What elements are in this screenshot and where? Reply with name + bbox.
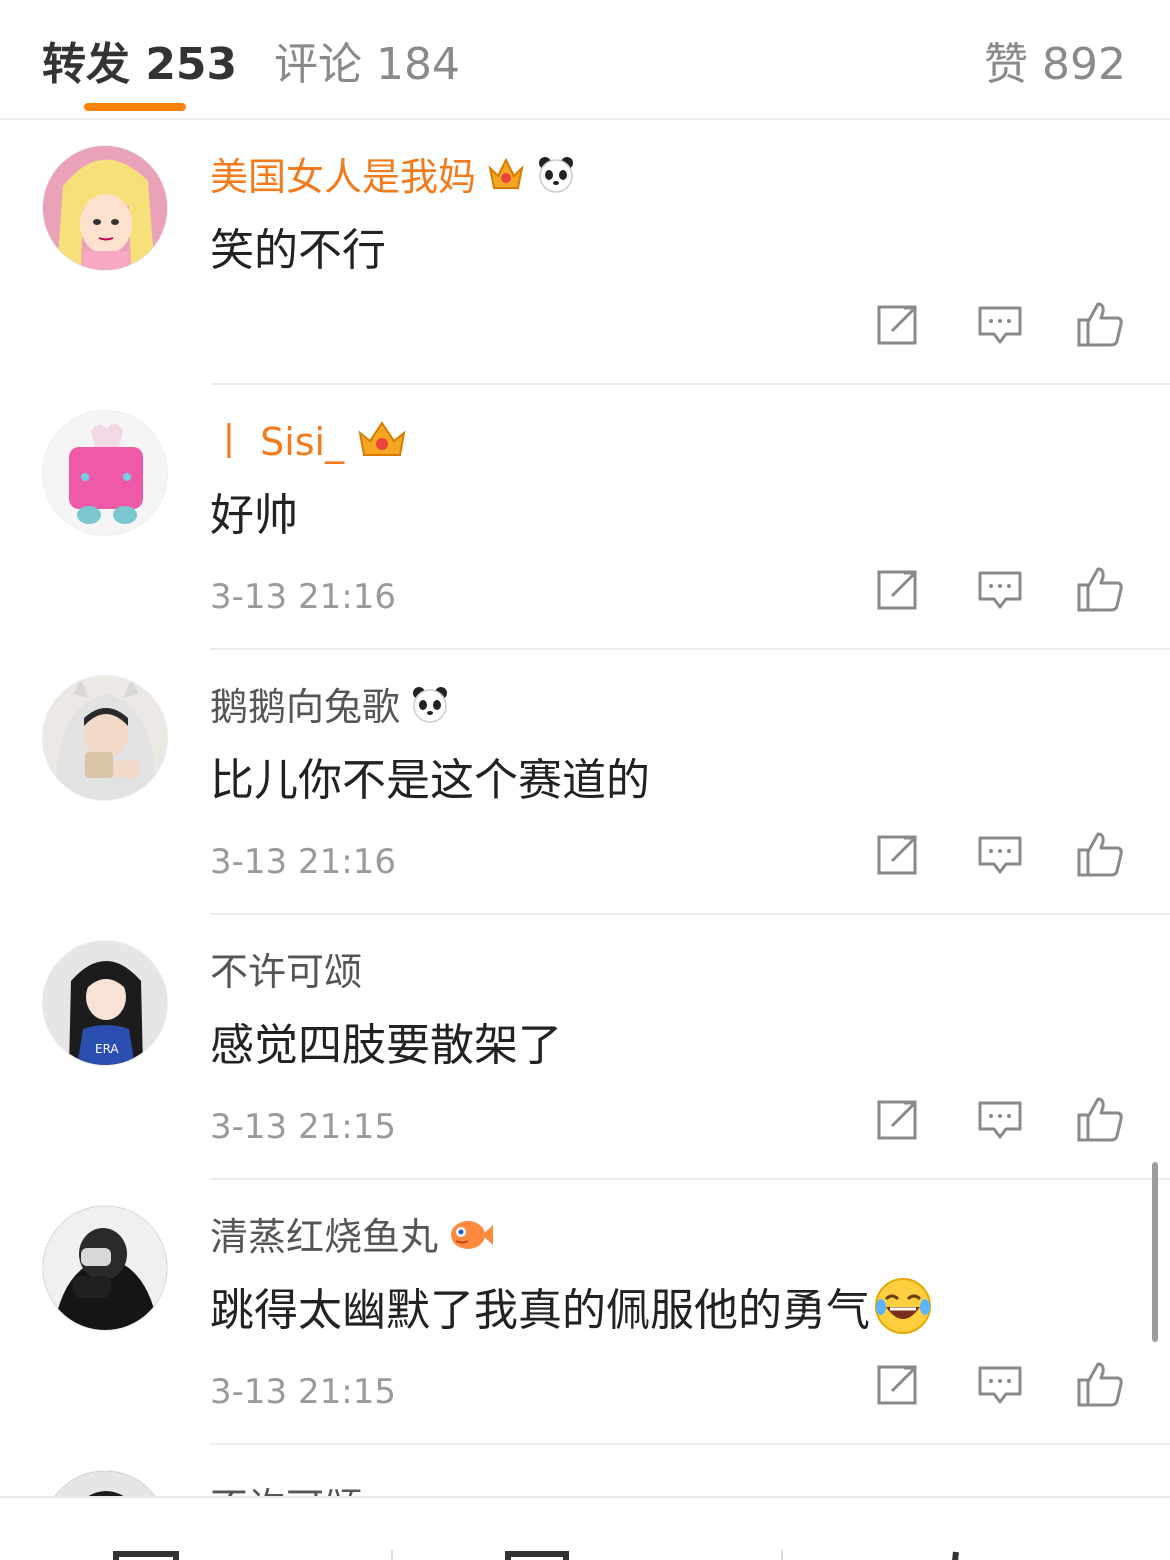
comment-text: 笑的不行 [210,225,386,276]
reply-icon[interactable] [976,565,1024,613]
reply-icon[interactable] [976,300,1024,348]
thumbs-up-icon[interactable] [1076,1360,1124,1408]
comment-text: 比儿你不是这个赛道的 [210,755,650,806]
comment-item: 鹅鹅向兔歌 比儿你不是这个赛道的 3-13 21:16 [0,650,1170,915]
laughing-crying-emoji-icon [874,1277,932,1335]
tab-comment[interactable]: 评论 184 [274,28,460,92]
panda-badge-icon [536,154,576,194]
avatar[interactable] [42,675,168,801]
repost-bar-icon[interactable] [112,1548,182,1560]
timestamp: 3-13 21:16 [210,842,396,882]
username[interactable]: 清蒸红烧鱼丸 [210,1206,494,1261]
avatar[interactable] [42,410,168,536]
forward-icon[interactable] [874,830,922,878]
comment-text: 感觉四肢要散架了 [210,1020,562,1071]
username[interactable]: 鹅鹅向兔歌 [210,676,450,731]
timestamp: 3-13 21:15 [210,1107,396,1147]
svg-text:ERA: ERA [95,1042,119,1056]
username[interactable]: 不许可颂 [210,941,362,996]
username[interactable]: 美国女人是我妈 [210,146,576,201]
avatar[interactable] [42,1470,168,1496]
thumbs-up-icon[interactable] [1076,565,1124,613]
bar-separator [391,1550,393,1560]
username[interactable]: 不许可颂 [210,1476,362,1496]
tab-bar: 转发 253 评论 184 赞 892 [0,0,1170,120]
comment-item: ERA 不许可颂 感觉四肢要散架了 3-13 21:15 [0,915,1170,1180]
forward-icon[interactable] [874,300,922,348]
thumbs-up-icon[interactable] [1076,830,1124,878]
reply-icon[interactable] [976,830,1024,878]
bar-separator [781,1550,783,1560]
tab-like[interactable]: 赞 892 [984,28,1126,92]
avatar[interactable] [42,1205,168,1331]
comment-item: 美国女人是我妈 笑的不行 [0,120,1170,385]
forward-icon[interactable] [874,1095,922,1143]
forward-icon[interactable] [874,565,922,613]
crown-badge-icon [486,154,526,194]
comment-bar-icon[interactable] [504,1548,570,1560]
avatar[interactable] [42,145,168,271]
comment-item: 清蒸红烧鱼丸 跳得太幽默了我真的佩服他的勇气 3-13 21:15 [0,1180,1170,1445]
comment-text: 好帅 [210,490,298,541]
timestamp: 3-13 21:15 [210,1372,396,1412]
username[interactable]: 丨 Sisi_ [210,411,410,466]
reply-icon[interactable] [976,1360,1024,1408]
tab-repost[interactable]: 转发 253 [42,28,237,92]
thumbs-up-icon[interactable] [1076,1095,1124,1143]
comment-item: 丨 Sisi_ 好帅 3-13 21:16 [0,385,1170,650]
like-bar-icon[interactable] [940,1548,970,1560]
bottom-action-bar [0,1496,1170,1560]
crown-badge-icon [354,419,410,459]
panda-badge-icon [410,684,450,724]
fish-badge-icon [448,1214,494,1254]
avatar[interactable]: ERA [42,940,168,1066]
thumbs-up-icon[interactable] [1076,300,1124,348]
forward-icon[interactable] [874,1360,922,1408]
scrollbar[interactable] [1152,1162,1158,1342]
active-tab-indicator [84,103,186,111]
timestamp: 3-13 21:16 [210,577,396,617]
reply-icon[interactable] [976,1095,1024,1143]
comment-item-partial: 不许可颂 [0,1442,1170,1496]
comment-text: 跳得太幽默了我真的佩服他的勇气 [210,1274,932,1338]
